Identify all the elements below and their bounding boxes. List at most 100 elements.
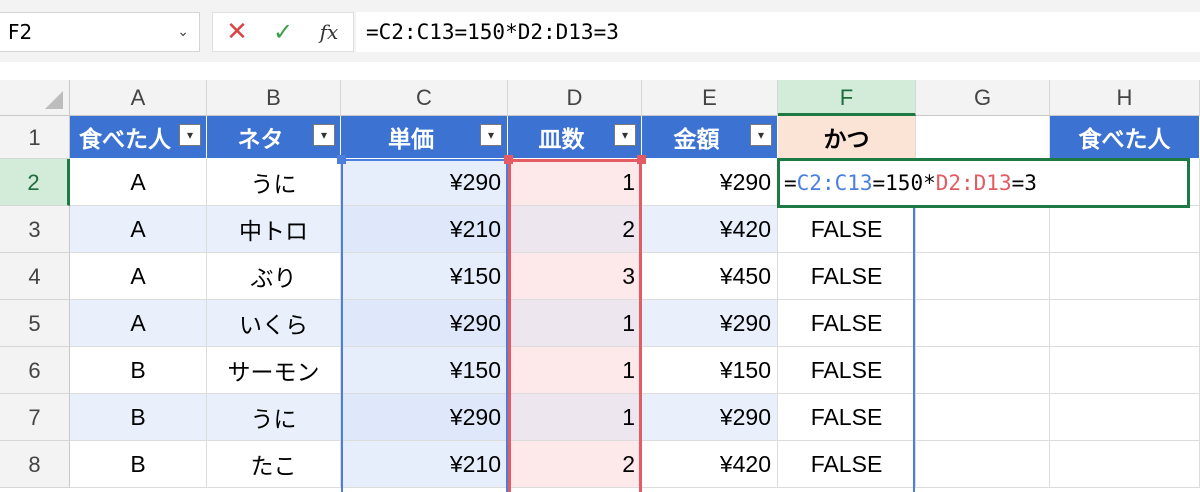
filter-dropdown-icon[interactable]: ▾ <box>313 124 335 146</box>
cell-c7[interactable]: ¥290 <box>341 394 508 441</box>
cell-f5[interactable]: FALSE <box>778 300 916 347</box>
cell-d3[interactable]: 2 <box>508 206 642 253</box>
cell-h7[interactable] <box>1050 394 1200 441</box>
column-header-f[interactable]: F <box>778 80 916 116</box>
katsu-header-cell[interactable]: かつ <box>778 116 916 159</box>
cell-a5[interactable]: A <box>70 300 207 347</box>
cell-g4[interactable] <box>916 253 1050 300</box>
cell-b2[interactable]: うに <box>207 159 341 206</box>
formula-input[interactable]: =C2:C13=150*D2:D13=3 <box>356 12 1200 52</box>
filter-dropdown-icon[interactable]: ▾ <box>179 124 201 146</box>
cell-g1[interactable] <box>916 116 1050 159</box>
column-header-e[interactable]: E <box>642 80 778 116</box>
cell-h6[interactable] <box>1050 347 1200 394</box>
cell-b8[interactable]: たこ <box>207 441 341 488</box>
column-header-a[interactable]: A <box>70 80 207 116</box>
table-header-cell[interactable]: 金額 ▾ <box>642 116 778 159</box>
column-header-d[interactable]: D <box>508 80 642 116</box>
active-cell-editor[interactable]: = C2:C13 =150* D2:D13 =3 <box>777 158 1190 208</box>
cell-e7[interactable]: ¥290 <box>642 394 778 441</box>
cell-g8[interactable] <box>916 441 1050 488</box>
cell-a2[interactable]: A <box>70 159 207 206</box>
range-d-handle-right[interactable] <box>637 155 646 164</box>
cell-h3[interactable] <box>1050 206 1200 253</box>
row-header-1[interactable]: 1 <box>0 116 70 159</box>
formula-token: =3 <box>1011 171 1037 195</box>
cell-b5[interactable]: いくら <box>207 300 341 347</box>
cell-f6[interactable]: FALSE <box>778 347 916 394</box>
cell-g5[interactable] <box>916 300 1050 347</box>
cell-a3[interactable]: A <box>70 206 207 253</box>
cell-b7[interactable]: うに <box>207 394 341 441</box>
cell-h4[interactable] <box>1050 253 1200 300</box>
cell-h5[interactable] <box>1050 300 1200 347</box>
cell-h8[interactable] <box>1050 441 1200 488</box>
cell-g3[interactable] <box>916 206 1050 253</box>
select-all-button[interactable] <box>0 80 70 116</box>
cell-a6[interactable]: B <box>70 347 207 394</box>
cell-f7[interactable]: FALSE <box>778 394 916 441</box>
cell-c5[interactable]: ¥290 <box>341 300 508 347</box>
column-header-c[interactable]: C <box>341 80 508 116</box>
cell-a4[interactable]: A <box>70 253 207 300</box>
formula-token: = <box>784 171 797 195</box>
cell-a8[interactable]: B <box>70 441 207 488</box>
column-header-h[interactable]: H <box>1050 80 1200 116</box>
select-all-triangle-icon <box>45 91 63 109</box>
h-header-cell[interactable]: 食べた人 <box>1050 116 1200 159</box>
cell-d4[interactable]: 3 <box>508 253 642 300</box>
row-header-4[interactable]: 4 <box>0 253 70 300</box>
formula-token: D2:D13 <box>935 171 1012 195</box>
name-box-value: F2 <box>8 20 33 44</box>
chevron-down-icon[interactable]: ⌄ <box>177 13 189 51</box>
cell-e6[interactable]: ¥150 <box>642 347 778 394</box>
cell-d2[interactable]: 1 <box>508 159 642 206</box>
cell-e2[interactable]: ¥290 <box>642 159 778 206</box>
cell-c4[interactable]: ¥150 <box>341 253 508 300</box>
cancel-icon[interactable]: ✕ <box>219 13 255 51</box>
row-header-2[interactable]: 2 <box>0 159 70 206</box>
cell-c2[interactable]: ¥290 <box>341 159 508 206</box>
filter-dropdown-icon[interactable]: ▾ <box>614 124 636 146</box>
cell-e5[interactable]: ¥290 <box>642 300 778 347</box>
row-header-3[interactable]: 3 <box>0 206 70 253</box>
filter-dropdown-icon[interactable]: ▾ <box>750 124 772 146</box>
column-header-b[interactable]: B <box>207 80 341 116</box>
cell-e8[interactable]: ¥420 <box>642 441 778 488</box>
cell-d8[interactable]: 2 <box>508 441 642 488</box>
cell-e4[interactable]: ¥450 <box>642 253 778 300</box>
table-header-cell[interactable]: 食べた人 ▾ <box>70 116 207 159</box>
range-d-handle-left[interactable] <box>504 155 513 164</box>
table-header-cell[interactable]: ネタ ▾ <box>207 116 341 159</box>
check-icon[interactable]: ✓ <box>265 13 301 51</box>
row-header-6[interactable]: 6 <box>0 347 70 394</box>
cell-d6[interactable]: 1 <box>508 347 642 394</box>
table-header-cell[interactable]: 皿数 ▾ <box>508 116 642 159</box>
row-header-5[interactable]: 5 <box>0 300 70 347</box>
filter-dropdown-icon[interactable]: ▾ <box>480 124 502 146</box>
cell-d5[interactable]: 1 <box>508 300 642 347</box>
cell-b3[interactable]: 中トロ <box>207 206 341 253</box>
cell-g7[interactable] <box>916 394 1050 441</box>
spreadsheet-grid: ABCDEFGH 12345678 食べた人 ▾ ネタ ▾ 単価 ▾ 皿数 ▾ 金額 ▾ かつ 食べた… <box>0 80 1200 492</box>
name-box[interactable]: F2 ⌄ <box>0 12 200 52</box>
cell-g6[interactable] <box>916 347 1050 394</box>
cell-d7[interactable]: 1 <box>508 394 642 441</box>
column-header-g[interactable]: G <box>916 80 1050 116</box>
cell-c8[interactable]: ¥210 <box>341 441 508 488</box>
cell-a7[interactable]: B <box>70 394 207 441</box>
cell-f4[interactable]: FALSE <box>778 253 916 300</box>
row-header-8[interactable]: 8 <box>0 441 70 488</box>
cell-c3[interactable]: ¥210 <box>341 206 508 253</box>
row-header-7[interactable]: 7 <box>0 394 70 441</box>
cell-e3[interactable]: ¥420 <box>642 206 778 253</box>
range-c-handle[interactable] <box>337 155 346 164</box>
insert-function-icon[interactable]: fx <box>311 13 347 51</box>
cell-b4[interactable]: ぶり <box>207 253 341 300</box>
in-cell-formula[interactable]: = C2:C13 =150* D2:D13 =3 <box>784 161 1037 205</box>
cell-b6[interactable]: サーモン <box>207 347 341 394</box>
table-header-cell[interactable]: 単価 ▾ <box>341 116 508 159</box>
cell-f3[interactable]: FALSE <box>778 206 916 253</box>
cell-c6[interactable]: ¥150 <box>341 347 508 394</box>
cell-f8[interactable]: FALSE <box>778 441 916 488</box>
